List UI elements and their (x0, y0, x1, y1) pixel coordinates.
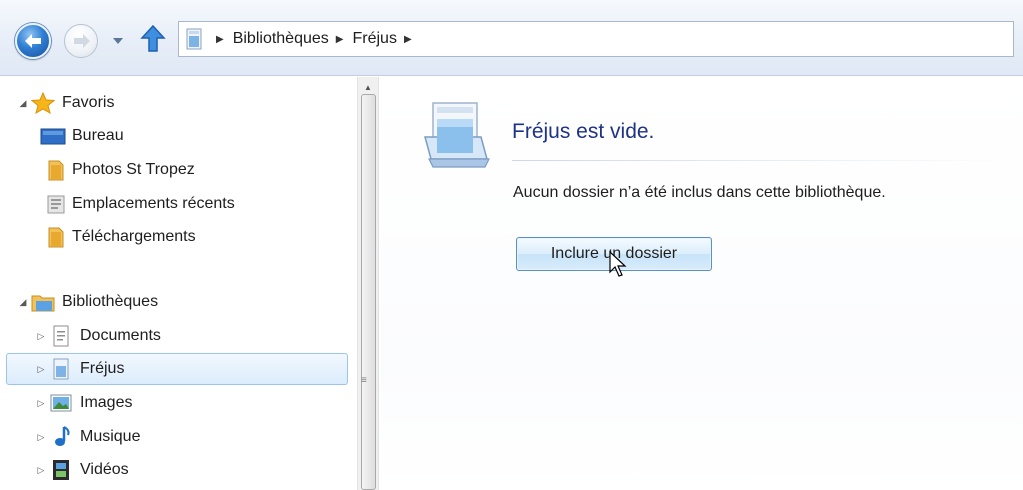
recent-pages-dropdown-icon[interactable] (112, 37, 124, 45)
back-button[interactable] (15, 23, 51, 59)
library-icon (179, 22, 209, 56)
tree-item-images[interactable]: ▷ Images (34, 387, 357, 419)
videos-library-icon (48, 459, 74, 481)
expanded-caret-icon[interactable]: ◢ (16, 297, 30, 308)
breadcrumb-frejus[interactable]: Fréjus (352, 30, 396, 48)
tree-item-label: Images (80, 394, 133, 411)
library-icon (424, 102, 490, 168)
scrollbar-grip-icon: ≡ (361, 375, 367, 386)
navigation-pane: ◢ Favoris Bureau Photos St Tropez Emplac… (0, 77, 357, 490)
navigation-bar: ▶ Bibliothèques ▶ Fréjus ▶ (0, 0, 1023, 76)
tree-item-label: Fréjus (80, 360, 125, 377)
tree-item-label: Vidéos (80, 461, 129, 478)
star-icon (30, 92, 56, 114)
empty-library-description: Aucun dossier n’a été inclus dans cette … (513, 184, 886, 201)
tree-item-label: Photos St Tropez (72, 161, 195, 178)
libraries-icon (30, 291, 56, 313)
pictures-library-icon (48, 392, 74, 414)
back-arrow-icon (25, 34, 41, 48)
breadcrumb-separator-icon[interactable]: ▶ (397, 34, 421, 45)
tree-item-libraries[interactable]: ◢ Bibliothèques (16, 286, 357, 318)
collapsed-caret-icon[interactable]: ▷ (34, 364, 48, 375)
folder-icon (46, 159, 66, 181)
tree-item-label: Documents (80, 327, 161, 344)
tree-item-label: Bureau (72, 127, 124, 144)
tree-item-music[interactable]: ▷ Musique (34, 421, 357, 453)
tree-item-label: Favoris (62, 94, 115, 111)
tree-item-documents[interactable]: ▷ Documents (34, 320, 357, 352)
breadcrumb-libraries[interactable]: Bibliothèques (233, 30, 329, 48)
documents-library-icon (48, 325, 74, 347)
mouse-cursor-icon (609, 251, 627, 277)
library-icon (48, 358, 74, 380)
music-library-icon (48, 426, 74, 448)
forward-button[interactable] (64, 24, 98, 58)
folder-icon (46, 226, 66, 248)
tree-item-videos[interactable]: ▷ Vidéos (34, 454, 357, 486)
empty-library-title: Fréjus est vide. (512, 120, 655, 143)
collapsed-caret-icon[interactable]: ▷ (34, 331, 48, 342)
scroll-up-arrow-icon[interactable]: ▲ (364, 83, 372, 92)
recent-places-icon (46, 193, 66, 215)
tree-item-photos-st-tropez[interactable]: Photos St Tropez (46, 154, 357, 186)
tree-item-recent-places[interactable]: Emplacements récents (46, 188, 357, 220)
tree-item-label: Bibliothèques (62, 293, 159, 310)
content-pane: Fréjus est vide. Aucun dossier n’a été i… (380, 77, 1023, 490)
up-arrow-icon[interactable] (140, 24, 166, 54)
tree-item-label: Emplacements récents (72, 195, 235, 212)
tree-item-downloads[interactable]: Téléchargements (46, 221, 357, 253)
tree-item-bureau[interactable]: Bureau (40, 120, 357, 152)
desktop-icon (40, 125, 66, 147)
tree-item-label: Musique (80, 428, 141, 445)
breadcrumb-separator-icon[interactable]: ▶ (329, 34, 353, 45)
expanded-caret-icon[interactable]: ◢ (16, 98, 30, 109)
navigation-pane-scrollbar[interactable]: ▲ ≡ (357, 77, 379, 490)
collapsed-caret-icon[interactable]: ▷ (34, 465, 48, 476)
breadcrumb-separator-icon[interactable]: ▶ (209, 34, 233, 45)
tree-item-frejus[interactable]: ▷ Fréjus (6, 353, 348, 385)
collapsed-caret-icon[interactable]: ▷ (34, 398, 48, 409)
title-divider (512, 160, 1012, 161)
collapsed-caret-icon[interactable]: ▷ (34, 432, 48, 443)
tree-item-label: Téléchargements (72, 228, 196, 245)
tree-item-favorites[interactable]: ◢ Favoris (16, 87, 357, 119)
forward-arrow-icon (74, 34, 90, 48)
address-bar[interactable]: ▶ Bibliothèques ▶ Fréjus ▶ (178, 21, 1014, 57)
scrollbar-thumb[interactable] (361, 94, 376, 490)
